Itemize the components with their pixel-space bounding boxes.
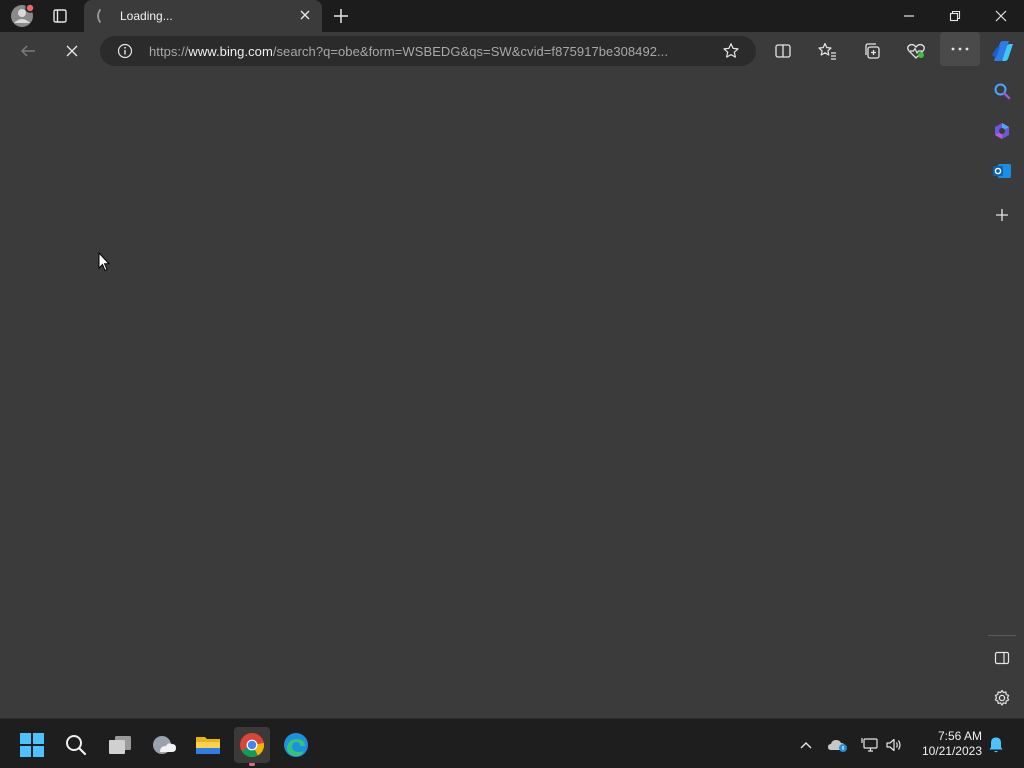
settings-icon <box>994 689 1010 706</box>
onedrive-icon <box>828 740 847 752</box>
new-tab-button[interactable] <box>326 0 356 32</box>
close-icon <box>995 10 1007 22</box>
browser-essentials-icon <box>907 43 925 59</box>
sidebar-outlook-button[interactable] <box>986 156 1018 186</box>
add-favorite-icon[interactable] <box>722 42 740 60</box>
copilot-icon <box>995 123 1009 139</box>
page-content <box>0 70 980 718</box>
minimize-icon <box>904 15 914 17</box>
profile-button[interactable] <box>6 0 38 32</box>
url-path: /search?q=obe&form=WSBEDG&qs=SW&cvid=f87… <box>272 44 668 59</box>
sidebar-search-button[interactable] <box>986 76 1018 106</box>
edge-icon <box>284 733 308 757</box>
stop-loading-button[interactable] <box>56 36 88 66</box>
tab-actions-icon <box>53 9 67 23</box>
add-icon <box>996 209 1008 221</box>
back-button[interactable] <box>12 36 44 66</box>
sidebar-divider <box>988 635 1016 636</box>
weather-widget-button[interactable] <box>146 727 182 763</box>
sidebar-copilot-button[interactable] <box>986 116 1018 146</box>
tab-active[interactable]: Loading... <box>84 0 322 32</box>
copilot-button[interactable] <box>986 36 1018 66</box>
split-screen-button[interactable] <box>767 36 799 66</box>
onedrive-tray-button[interactable] <box>820 727 856 763</box>
collections-icon <box>865 43 880 59</box>
hide-sidebar-icon <box>994 651 1010 665</box>
file-explorer-button[interactable] <box>190 727 226 763</box>
url-prefix: https:// <box>149 44 189 59</box>
search-icon <box>66 735 87 756</box>
file-explorer-icon <box>196 737 220 754</box>
notifications-button[interactable] <box>980 727 1012 763</box>
volume-icon <box>886 738 901 752</box>
taskbar-search-button[interactable] <box>58 727 94 763</box>
edge-button[interactable] <box>278 727 314 763</box>
volume-tray-button[interactable] <box>876 727 912 763</box>
edge-sidebar <box>980 70 1024 718</box>
plus-icon <box>334 9 348 23</box>
search-icon <box>994 83 1011 100</box>
back-arrow-icon <box>20 45 35 57</box>
chrome-active-indicator <box>249 763 255 766</box>
system-clock[interactable]: 7:56 AM 10/21/2023 <box>912 729 982 759</box>
chrome-icon <box>240 733 265 758</box>
taskbar: 7:56 AM 10/21/2023 <box>0 718 1024 768</box>
restore-button[interactable] <box>932 0 978 32</box>
url-host: www.bing.com <box>188 44 273 59</box>
minimize-button[interactable] <box>886 0 932 32</box>
clock-date: 10/21/2023 <box>921 744 982 758</box>
url-text[interactable]: https://www.bing.com/search?q=obe&form=W… <box>149 44 668 59</box>
split-screen-icon <box>775 44 791 58</box>
weather-icon <box>153 736 176 754</box>
clock-time: 7:56 AM <box>937 729 982 743</box>
tab-title: Loading... <box>120 9 173 23</box>
mouse-cursor-icon <box>98 252 110 272</box>
browser-essentials-button[interactable] <box>900 36 932 66</box>
loading-spinner-icon <box>92 8 106 24</box>
sidebar-settings-button[interactable] <box>986 683 1018 713</box>
show-hidden-icons-button[interactable] <box>788 727 824 763</box>
browser-toolbar: https://www.bing.com/search?q=obe&form=W… <box>0 32 1024 70</box>
tab-close-icon[interactable] <box>298 8 312 22</box>
task-view-icon <box>109 736 131 754</box>
start-button[interactable] <box>14 727 50 763</box>
restore-icon <box>949 10 961 22</box>
more-button[interactable] <box>940 32 980 66</box>
hide-sidebar-button[interactable] <box>986 643 1018 673</box>
copilot-icon <box>992 41 1013 61</box>
start-icon <box>20 733 44 757</box>
chevron-up-icon <box>800 742 812 749</box>
favorites-icon <box>818 42 836 60</box>
collections-button[interactable] <box>856 36 888 66</box>
sidebar-add-button[interactable] <box>986 200 1018 230</box>
favorites-button[interactable] <box>811 36 843 66</box>
bell-icon <box>989 737 1003 753</box>
title-bar: Loading... <box>0 0 1024 32</box>
profile-avatar-icon <box>11 3 35 27</box>
close-window-button[interactable] <box>978 0 1024 32</box>
task-view-button[interactable] <box>102 727 138 763</box>
tab-actions-button[interactable] <box>44 0 76 32</box>
stop-icon <box>66 45 78 57</box>
site-info-icon[interactable] <box>117 43 133 59</box>
outlook-icon <box>993 164 1011 178</box>
address-bar[interactable]: https://www.bing.com/search?q=obe&form=W… <box>100 36 756 66</box>
more-icon <box>951 47 969 51</box>
chrome-button[interactable] <box>234 727 270 763</box>
